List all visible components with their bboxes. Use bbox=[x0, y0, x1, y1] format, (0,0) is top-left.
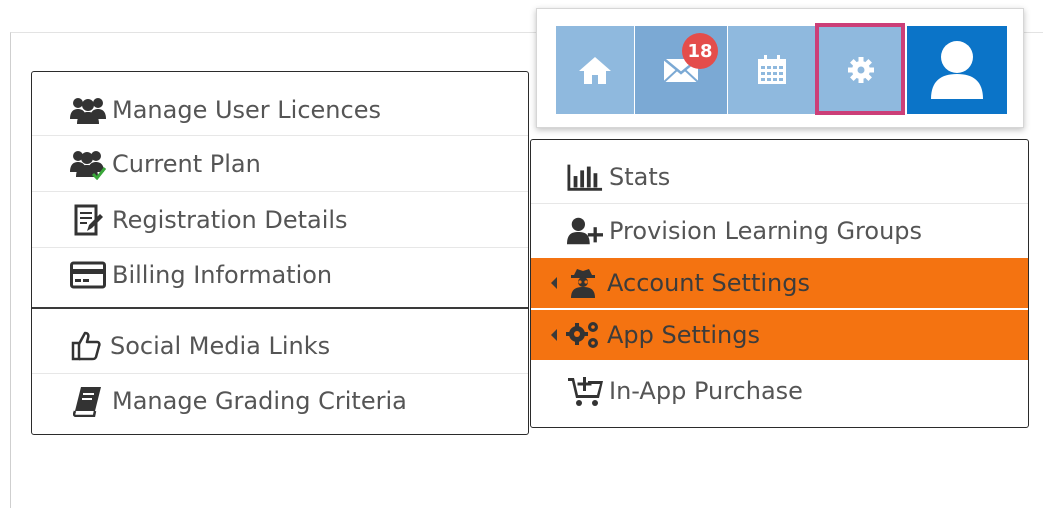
menu-item-label: Registration Details bbox=[112, 206, 348, 234]
thumbs-up-icon bbox=[68, 328, 104, 364]
menu-item-registration-details[interactable]: Registration Details bbox=[32, 198, 528, 242]
mail-count-badge: 18 bbox=[682, 33, 718, 69]
settings-button[interactable] bbox=[817, 26, 905, 114]
menu-item-app-settings[interactable]: App Settings bbox=[531, 310, 1028, 360]
top-toolbar: 18 bbox=[536, 8, 1024, 128]
menu-item-label: Stats bbox=[609, 163, 671, 191]
caret-left-icon bbox=[551, 277, 557, 289]
user-plus-icon bbox=[567, 213, 603, 249]
menu-item-label: Billing Information bbox=[112, 261, 333, 289]
menu-item-label: Account Settings bbox=[607, 269, 810, 297]
menu-item-manage-user-licences[interactable]: Manage User Licences bbox=[32, 88, 528, 132]
credit-card-icon bbox=[70, 257, 106, 293]
row-divider bbox=[32, 135, 528, 136]
menu-item-in-app-purchase[interactable]: In-App Purchase bbox=[531, 368, 1028, 414]
calendar-button[interactable] bbox=[728, 26, 816, 114]
menu-item-label: Current Plan bbox=[112, 150, 261, 178]
profile-button[interactable] bbox=[907, 26, 1007, 114]
gear-icon bbox=[848, 57, 874, 83]
book-icon bbox=[70, 383, 106, 419]
home-button[interactable] bbox=[556, 26, 634, 114]
menu-group-divider bbox=[32, 307, 528, 309]
cogs-icon bbox=[565, 317, 601, 353]
calendar-icon bbox=[758, 55, 786, 84]
user-icon bbox=[931, 41, 983, 99]
menu-item-account-settings[interactable]: Account Settings bbox=[531, 258, 1028, 308]
menu-item-stats[interactable]: Stats bbox=[531, 154, 1028, 200]
menu-item-social-media-links[interactable]: Social Media Links bbox=[32, 324, 528, 368]
users-check-icon bbox=[70, 146, 106, 182]
menu-item-billing-information[interactable]: Billing Information bbox=[32, 253, 528, 297]
menu-item-current-plan[interactable]: Current Plan bbox=[32, 142, 528, 186]
screen: 18 Manage User Licences Current Plan Reg… bbox=[0, 0, 1043, 508]
menu-item-label: Manage User Licences bbox=[112, 96, 381, 124]
menu-item-label: Manage Grading Criteria bbox=[112, 387, 407, 415]
user-secret-icon bbox=[565, 265, 601, 301]
menu-item-label: In-App Purchase bbox=[609, 377, 803, 405]
users-icon bbox=[70, 92, 106, 128]
menu-item-provision-learning-groups[interactable]: Provision Learning Groups bbox=[531, 208, 1028, 254]
cart-plus-icon bbox=[567, 373, 603, 409]
row-divider bbox=[531, 203, 1028, 204]
edit-document-icon bbox=[70, 202, 106, 238]
menu-item-label: Provision Learning Groups bbox=[609, 217, 923, 245]
caret-left-icon bbox=[551, 329, 557, 341]
menu-item-label: App Settings bbox=[607, 321, 760, 349]
home-icon bbox=[579, 57, 611, 84]
bar-chart-icon bbox=[567, 159, 603, 195]
row-divider bbox=[32, 373, 528, 374]
account-menu-panel: Manage User Licences Current Plan Regist… bbox=[31, 71, 529, 435]
settings-menu-panel: Stats Provision Learning Groups Account … bbox=[530, 139, 1029, 428]
menu-item-manage-grading-criteria[interactable]: Manage Grading Criteria bbox=[32, 379, 528, 423]
row-divider bbox=[32, 191, 528, 192]
menu-item-label: Social Media Links bbox=[110, 332, 331, 360]
row-divider bbox=[32, 247, 528, 248]
